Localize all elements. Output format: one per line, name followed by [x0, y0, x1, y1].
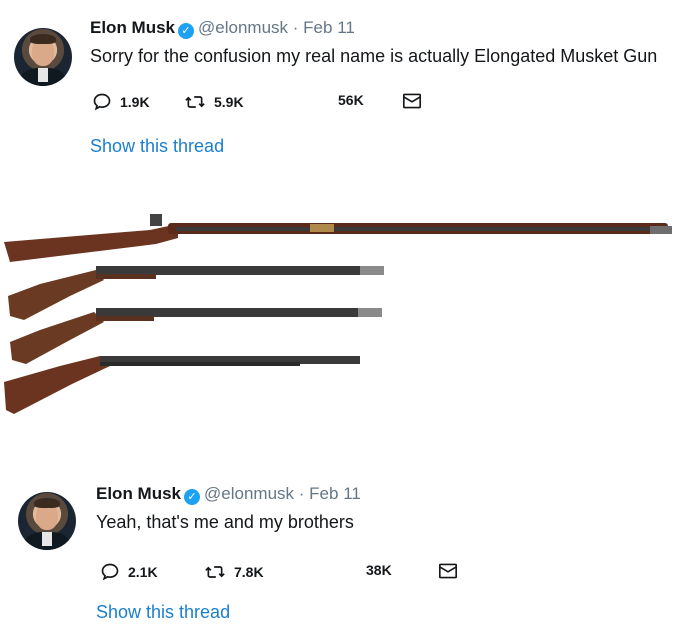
tweet-header: Elon Musk ✓ @elonmusk · Feb 11 — [90, 18, 355, 39]
avatar-hair — [34, 498, 60, 508]
avatar-collar — [38, 68, 48, 82]
avatar-collar — [42, 532, 52, 546]
retweet-icon — [205, 566, 225, 578]
retweet-icon — [185, 96, 205, 108]
date-separator: · — [298, 484, 305, 503]
reply-button[interactable]: 1.9K — [92, 92, 150, 112]
reply-icon — [101, 563, 119, 581]
author-handle[interactable]: @elonmusk — [204, 484, 294, 503]
envelope-icon — [439, 563, 457, 579]
avatar[interactable] — [18, 492, 76, 550]
retweet-count: 7.8K — [234, 564, 264, 580]
tweet-date[interactable]: Feb 11 — [303, 18, 355, 37]
tweet-header: Elon Musk ✓ @elonmusk · Feb 11 — [96, 484, 361, 505]
rifle-4 — [4, 356, 360, 414]
like-count: 38K — [366, 562, 392, 578]
tweet-date[interactable]: Feb 11 — [309, 484, 361, 503]
dm-button[interactable] — [438, 562, 458, 580]
like-button[interactable]: 38K — [366, 562, 392, 578]
envelope-icon — [403, 93, 421, 109]
retweet-button[interactable]: 7.8K — [204, 562, 264, 582]
dm-button[interactable] — [402, 92, 422, 110]
show-thread-link[interactable]: Show this thread — [96, 602, 230, 623]
author-name[interactable]: Elon Musk — [90, 18, 175, 37]
verified-badge-icon: ✓ — [184, 489, 201, 505]
like-button[interactable]: 56K — [338, 92, 364, 108]
author-handle[interactable]: @elonmusk — [198, 18, 288, 37]
avatar-hair — [30, 34, 56, 44]
like-count: 56K — [338, 92, 364, 108]
author-name[interactable]: Elon Musk — [96, 484, 181, 503]
musket-long — [4, 214, 672, 262]
date-separator: · — [292, 18, 299, 37]
show-thread-link[interactable]: Show this thread — [90, 136, 224, 157]
tweet-text: Sorry for the confusion my real name is … — [90, 46, 658, 66]
reply-icon — [93, 93, 111, 111]
rifle-3 — [10, 308, 382, 364]
retweet-button[interactable]: 5.9K — [184, 92, 244, 112]
tweet-text: Yeah, that's me and my brothers — [96, 512, 354, 532]
rifles-image — [4, 214, 672, 414]
verified-badge-icon: ✓ — [178, 23, 195, 39]
reply-button[interactable]: 2.1K — [100, 562, 158, 582]
avatar[interactable] — [14, 28, 72, 86]
reply-count: 1.9K — [120, 94, 150, 110]
reply-count: 2.1K — [128, 564, 158, 580]
retweet-count: 5.9K — [214, 94, 244, 110]
